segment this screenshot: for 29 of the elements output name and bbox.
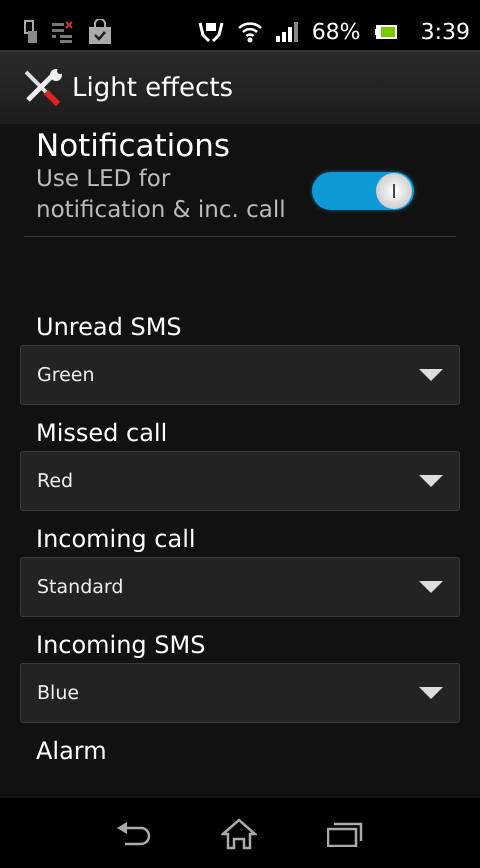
dropdown-caret-icon — [419, 581, 443, 593]
dropdown-caret-icon — [419, 369, 443, 381]
setting-summary: Use LED for notification & inc. call — [36, 165, 286, 225]
wifi-icon — [238, 21, 262, 43]
setting-label: Unread SMS — [35, 312, 183, 343]
battery-icon — [374, 24, 399, 40]
recent-apps-icon[interactable] — [327, 821, 363, 847]
battery-percent: 68% — [312, 20, 361, 44]
setting-label: Missed call — [35, 418, 168, 449]
phone-icon — [24, 20, 38, 44]
section-title: Notifications — [35, 127, 232, 164]
tools-icon — [22, 68, 62, 108]
dropdown-caret-icon — [419, 687, 443, 699]
back-icon[interactable] — [117, 821, 151, 847]
setting-label: Incoming SMS — [35, 630, 206, 661]
setting-label: Incoming call — [35, 524, 197, 555]
color-dropdown[interactable]: Standard — [20, 557, 460, 617]
shopping-bag-icon — [88, 19, 112, 45]
led-toggle[interactable] — [312, 172, 414, 210]
home-icon[interactable] — [221, 818, 257, 850]
clock: 3:39 — [420, 20, 470, 44]
color-dropdown[interactable]: Blue — [20, 663, 460, 723]
screen-title: Light effects — [72, 73, 234, 103]
setting-label: Alarm — [35, 736, 108, 767]
color-dropdown[interactable]: Red — [20, 451, 460, 511]
signal-icon — [276, 22, 298, 42]
list-icon — [52, 21, 74, 43]
color-dropdown[interactable]: Green — [20, 345, 460, 405]
dropdown-caret-icon — [419, 475, 443, 487]
